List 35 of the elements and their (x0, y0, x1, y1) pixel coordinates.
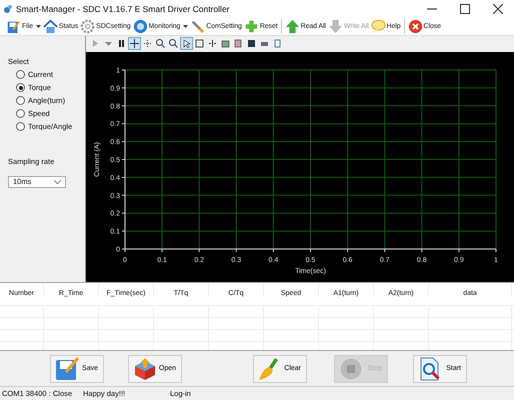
crosshair-icon (130, 39, 139, 48)
stop-icon (338, 356, 364, 382)
split-icon (208, 39, 217, 48)
chart-tool-button[interactable] (129, 38, 140, 50)
chart-tool-button[interactable] (155, 38, 166, 50)
window-title: Smart-Manager - SDC V1.16.7 E Smart Driver Controller (16, 4, 230, 14)
play-icon (91, 39, 100, 48)
chevron-icon (54, 180, 61, 184)
down-arrow-icon (328, 18, 343, 34)
house-icon (42, 18, 58, 34)
chart-tool-button[interactable] (194, 38, 205, 50)
move-icon (143, 39, 152, 48)
pause-icon (117, 39, 126, 48)
box-arrow-icon (132, 356, 158, 382)
chart-tool-button[interactable] (181, 38, 192, 50)
rectangle-select-icon (195, 39, 204, 48)
pointer-icon (182, 39, 191, 48)
zoom-in-icon (169, 39, 178, 48)
zoom-out-icon (156, 39, 165, 48)
close-icon[interactable] (493, 4, 503, 14)
chart-tool-button[interactable] (168, 38, 179, 50)
caret-icon (104, 39, 113, 48)
plus-icon (244, 18, 259, 34)
caret-icon (183, 24, 188, 28)
app-icon (3, 4, 13, 14)
floppy-pencil-icon (54, 356, 80, 382)
chart-tool-button[interactable] (142, 38, 153, 50)
gear-icon (80, 18, 96, 34)
disc-icon (132, 18, 148, 34)
speech-bubble-icon (370, 18, 386, 34)
chart-tool-button[interactable] (207, 38, 218, 50)
maximize-icon[interactable] (460, 4, 470, 14)
chart-tool-button[interactable] (116, 38, 127, 50)
up-arrow-icon (284, 18, 300, 34)
caret-icon (36, 24, 41, 28)
